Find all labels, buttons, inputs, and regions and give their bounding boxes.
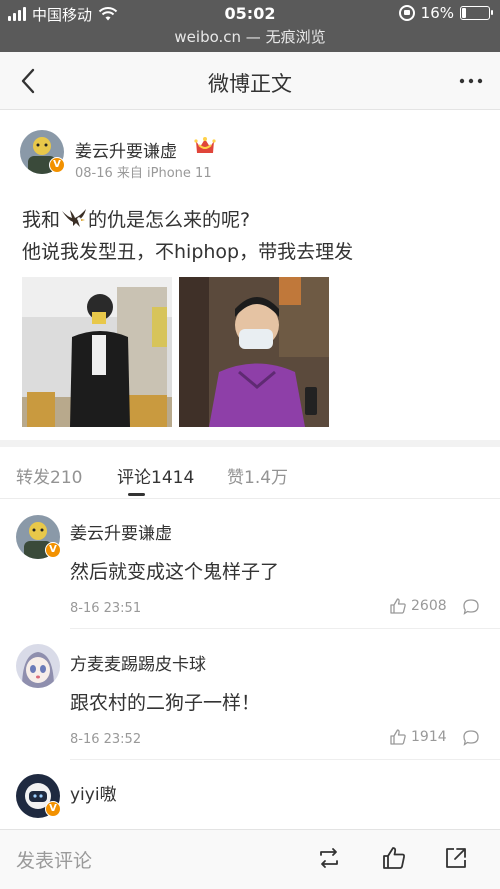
post-author-name[interactable]: 姜云升要谦虚 (75, 137, 177, 162)
verified-badge-icon: V (45, 801, 61, 817)
tab-repost[interactable]: 转发210 (16, 463, 82, 488)
comment-author[interactable]: yiyi嗷 (70, 780, 117, 805)
status-right: 16% (398, 4, 493, 22)
comment-separator (70, 628, 500, 629)
thumbs-up-icon (390, 729, 406, 745)
comment-input[interactable]: 发表评论 (16, 846, 92, 873)
repost-icon[interactable] (316, 845, 342, 871)
post-text-line-1: 我和 的仇是怎么来的呢? (22, 204, 353, 236)
section-divider (0, 440, 500, 447)
post-text-line-2: 他说我发型丑，不hiphop，带我去理发 (22, 241, 354, 263)
post-text-segment: 的仇是怎么来的呢? (88, 209, 251, 231)
comment-like-button[interactable]: 1914 (389, 728, 447, 746)
share-icon[interactable] (443, 845, 469, 871)
post-text: 我和 的仇是怎么来的呢? 他说我发型丑，不hiphop，带我去理发 (22, 204, 353, 268)
comment-author[interactable]: 姜云升要谦虚 (70, 519, 172, 544)
like-icon[interactable] (381, 845, 407, 871)
comment-like-count: 2608 (411, 598, 447, 614)
verified-badge-icon: V (45, 542, 61, 558)
nav-bar: 微博正文 (0, 52, 500, 110)
comment-text: 跟农村的二狗子一样！ (70, 692, 261, 714)
verified-badge-icon: V (49, 157, 65, 173)
battery-percent: 16% (420, 4, 454, 22)
reply-bubble-icon[interactable] (462, 729, 480, 747)
comment-avatar[interactable] (16, 644, 60, 688)
tab-comment[interactable]: 评论1414 (117, 463, 194, 488)
comment-author[interactable]: 方麦麦踢踢皮卡球 (70, 650, 206, 675)
status-bar: 中国移动 05:02 16% weibo.cn — 无痕浏览 (0, 0, 500, 52)
reply-bubble-icon[interactable] (462, 598, 480, 616)
tab-like[interactable]: 赞1.4万 (227, 463, 288, 488)
bottom-action-bar: 发表评论 (0, 829, 500, 889)
orientation-lock-icon (398, 5, 415, 21)
post-tabs: 转发210 评论1414 赞1.4万 (0, 447, 500, 499)
thumbs-up-icon (390, 598, 406, 614)
post-text-segment: 我和 (22, 209, 61, 231)
comment-like-count: 1914 (411, 729, 447, 745)
comment-separator (70, 759, 500, 760)
post-meta: 08-16 来自 iPhone 11 (75, 166, 212, 181)
comment-time: 8-16 23:51 (70, 601, 142, 616)
comment-time: 8-16 23:52 (70, 732, 142, 747)
page-title: 微博正文 (208, 72, 292, 96)
post-photo-2[interactable] (179, 277, 329, 427)
crown-badge-icon[interactable] (193, 135, 217, 157)
battery-icon (460, 6, 493, 20)
browser-url[interactable]: weibo.cn — 无痕浏览 (0, 26, 500, 47)
post-photo-1[interactable] (22, 277, 172, 427)
comment-like-button[interactable]: 2608 (389, 597, 447, 615)
eagle-emoji-icon (62, 209, 87, 227)
active-tab-indicator (128, 493, 145, 496)
more-dots-icon[interactable] (456, 66, 486, 96)
battery-level (462, 8, 467, 18)
comment-text: 然后就变成这个鬼样子了 (70, 561, 280, 583)
